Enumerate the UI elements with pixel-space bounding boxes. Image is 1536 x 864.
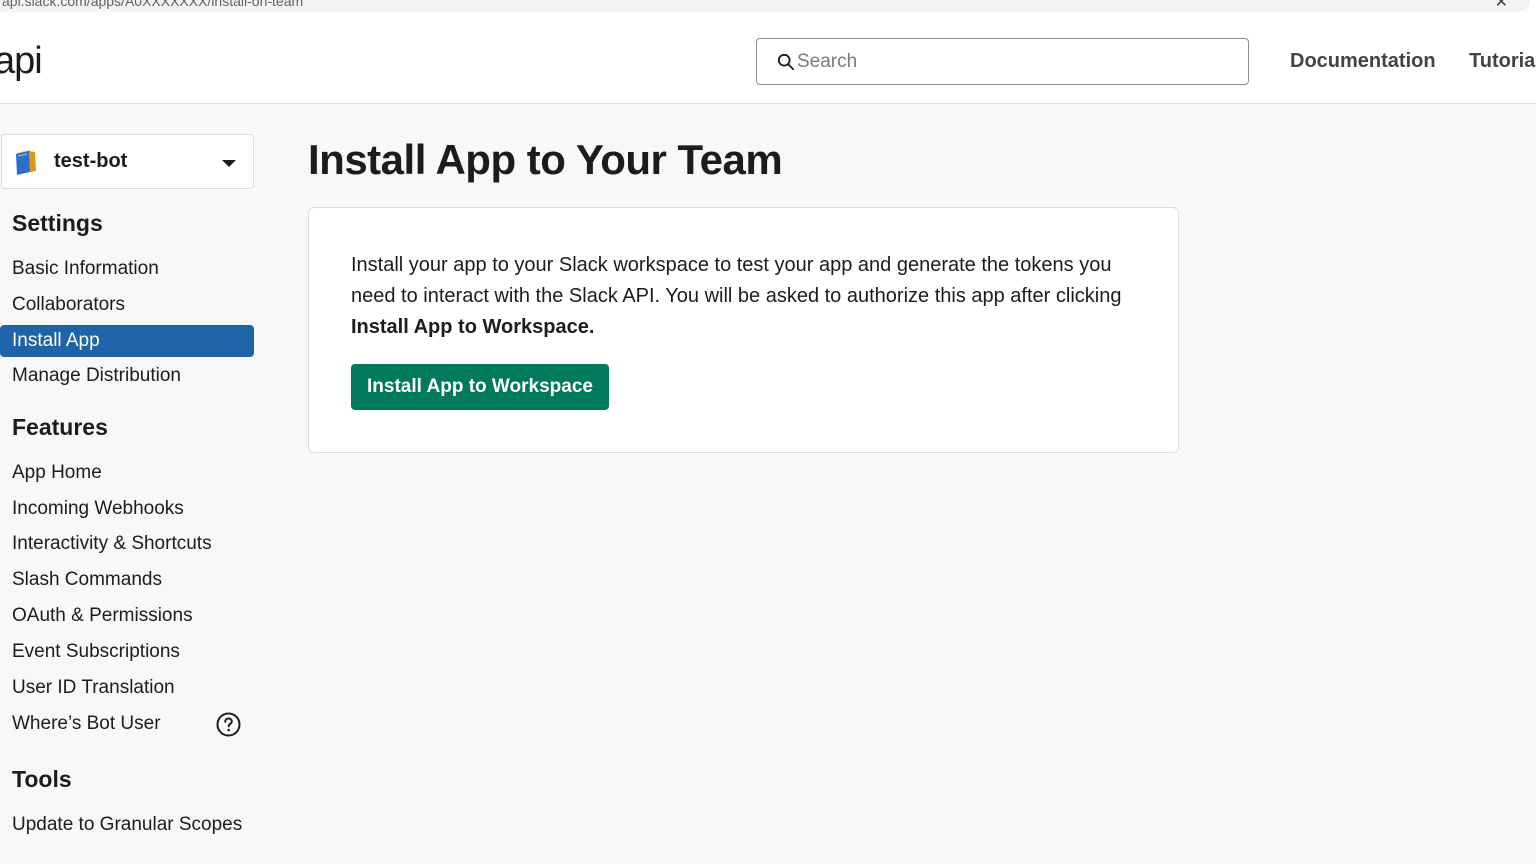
section-title-tools: Tools bbox=[12, 766, 72, 792]
sidebar-item-user-id-translation[interactable]: User ID Translation bbox=[0, 672, 254, 704]
sidebar-item-incoming-webhooks[interactable]: Incoming Webhooks bbox=[0, 493, 254, 525]
install-description: Install your app to your Slack workspace… bbox=[351, 250, 1151, 343]
install-card: Install your app to your Slack workspace… bbox=[308, 207, 1179, 453]
help-icon[interactable] bbox=[216, 712, 241, 737]
search-box[interactable] bbox=[756, 38, 1249, 85]
address-bar[interactable]: api.slack.com/apps/A0XXXXXXX/install-on-… bbox=[0, 0, 1530, 12]
section-title-features: Features bbox=[12, 414, 108, 440]
sidebar-item-event-subscriptions[interactable]: Event Subscriptions bbox=[0, 636, 254, 668]
chevron-down-icon bbox=[222, 160, 236, 167]
sidebar-item-oauth-permissions[interactable]: OAuth & Permissions bbox=[0, 600, 254, 632]
address-bar-url[interactable]: api.slack.com/apps/A0XXXXXXX/install-on-… bbox=[2, 0, 303, 9]
api-logo[interactable]: api bbox=[0, 40, 43, 83]
install-app-to-workspace-button[interactable]: Install App to Workspace bbox=[351, 364, 609, 410]
browser-chrome: api.slack.com/apps/A0XXXXXXX/install-on-… bbox=[0, 0, 1536, 20]
install-description-text: Install your app to your Slack workspace… bbox=[351, 254, 1122, 307]
sidebar-item-app-home[interactable]: App Home bbox=[0, 457, 254, 489]
install-description-bold: Install App to Workspace. bbox=[351, 316, 595, 338]
sidebar-item-install-app[interactable]: Install App bbox=[0, 325, 254, 357]
close-icon[interactable]: ✕ bbox=[1495, 0, 1508, 12]
nav-link-tutorials[interactable]: Tutorials bbox=[1469, 50, 1536, 73]
app-name: test-bot bbox=[54, 150, 128, 172]
sidebar-item-update-granular-scopes[interactable]: Update to Granular Scopes bbox=[0, 809, 254, 841]
page-title: Install App to Your Team bbox=[308, 136, 783, 183]
search-icon bbox=[777, 53, 795, 70]
sidebar-item-interactivity-shortcuts[interactable]: Interactivity & Shortcuts bbox=[0, 528, 254, 560]
top-navigation-bar: api Documentation Tutorials bbox=[0, 20, 1536, 104]
nav-link-documentation[interactable]: Documentation bbox=[1290, 50, 1436, 73]
sidebar-item-slash-commands[interactable]: Slash Commands bbox=[0, 564, 254, 596]
app-notebook-icon bbox=[16, 149, 36, 175]
sidebar-item-manage-distribution[interactable]: Manage Distribution bbox=[0, 360, 254, 392]
sidebar-item-collaborators[interactable]: Collaborators bbox=[0, 289, 254, 321]
search-input[interactable] bbox=[797, 50, 1217, 73]
section-title-settings: Settings bbox=[12, 210, 103, 236]
sidebar-item-basic-information[interactable]: Basic Information bbox=[0, 253, 254, 285]
app-selector[interactable]: test-bot bbox=[1, 134, 254, 189]
